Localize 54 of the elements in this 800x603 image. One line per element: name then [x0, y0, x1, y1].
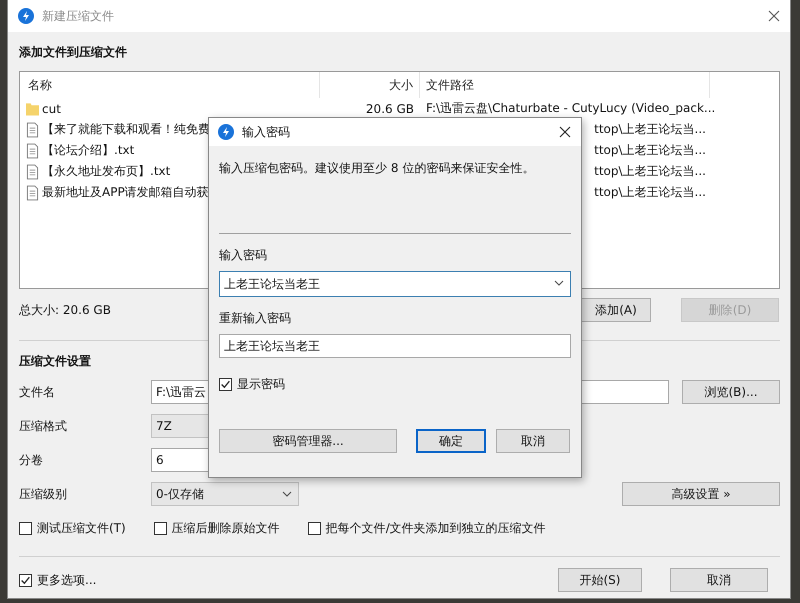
column-header[interactable]: 名称 — [20, 72, 320, 98]
document-icon — [26, 122, 39, 138]
advanced-button[interactable]: 高级设置 » — [622, 482, 780, 506]
cancel-button[interactable]: 取消 — [670, 568, 768, 592]
file-path: ttop\上老王论坛当... — [594, 185, 706, 199]
column-header[interactable]: 大小 — [320, 72, 420, 98]
app-icon — [218, 124, 234, 140]
total-size: 总大小: 20.6 GB — [19, 302, 111, 318]
close-icon[interactable] — [768, 10, 780, 22]
field-label: 压缩级别 — [19, 486, 68, 502]
field-label: 输入密码 — [219, 247, 268, 264]
ok-button[interactable]: 确定 — [416, 429, 486, 453]
folder-icon — [26, 100, 39, 116]
checkmark-icon — [220, 379, 231, 390]
column-header[interactable]: 文件路径 — [420, 72, 710, 98]
field-label: 压缩格式 — [19, 418, 68, 434]
cancel-button[interactable]: 取消 — [496, 429, 570, 453]
file-name[interactable]: 【永久地址发布页】.txt — [42, 163, 170, 180]
option-checkbox[interactable]: 测试压缩文件(T) — [19, 520, 126, 536]
close-icon[interactable] — [559, 126, 571, 138]
dialog-message: 输入压缩包密码。建议使用至少 8 位的密码来保证安全性。 — [219, 160, 536, 177]
document-icon — [26, 184, 39, 200]
app-icon — [18, 8, 34, 24]
section-title: 压缩文件设置 — [19, 353, 92, 370]
file-path: F:\迅雷云盘\Chaturbate - CutyLucy (Video_pack... — [426, 101, 716, 115]
show-password-checkbox[interactable]: 显示密码 — [219, 376, 571, 393]
password-manager-button[interactable]: 密码管理器... — [219, 429, 397, 453]
caret-icon — [282, 491, 292, 497]
file-path: ttop\上老王论坛当... — [594, 143, 706, 157]
more-options-checkbox[interactable]: 更多选项... — [19, 572, 96, 588]
field-label: 重新输入密码 — [219, 310, 292, 327]
password-combobox[interactable]: 上老王论坛当老王 — [219, 271, 571, 297]
section-title: 添加文件到压缩文件 — [19, 44, 128, 61]
level-dropdown[interactable]: 0-仅存储 — [151, 482, 299, 506]
window-title: 新建压缩文件 — [42, 8, 114, 24]
option-checkbox[interactable]: 把每个文件/文件夹添加到独立的压缩文件 — [308, 520, 546, 536]
field-label: 分卷 — [19, 452, 44, 468]
file-name[interactable]: 【论坛介绍】.txt — [42, 142, 134, 159]
file-path: ttop\上老王论坛当... — [594, 164, 706, 178]
dialog-title: 输入密码 — [242, 124, 290, 140]
password-field[interactable]: 上老王论坛当老王 — [219, 334, 571, 358]
document-icon — [26, 164, 39, 180]
list-button[interactable]: 添加(A) — [581, 298, 651, 322]
caret-icon — [554, 280, 564, 286]
file-name[interactable]: cut — [42, 102, 61, 116]
option-checkbox[interactable]: 压缩后删除原始文件 — [154, 520, 280, 536]
start-button[interactable]: 开始(S) — [558, 568, 642, 592]
file-path: ttop\上老王论坛当... — [594, 122, 706, 136]
browse-button[interactable]: 浏览(B)... — [682, 380, 780, 404]
document-icon — [26, 142, 39, 158]
file-size: 20.6 GB — [366, 102, 414, 116]
checkmark-icon — [20, 574, 31, 586]
file-name[interactable]: 最新地址及APP请发邮箱自动获 — [42, 184, 209, 201]
field-label: 文件名 — [19, 384, 56, 400]
